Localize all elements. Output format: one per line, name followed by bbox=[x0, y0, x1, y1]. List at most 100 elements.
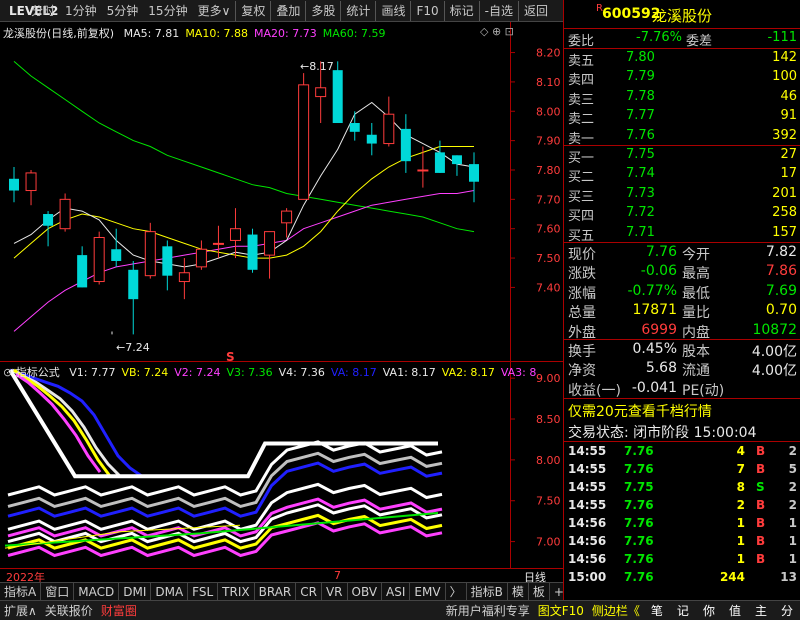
tab-item[interactable]: CR bbox=[296, 582, 322, 601]
candle-body bbox=[77, 255, 88, 288]
main-icon[interactable]: 主 bbox=[748, 602, 774, 619]
candle-body bbox=[111, 249, 122, 261]
toolbar-item[interactable]: 画线 bbox=[375, 0, 410, 21]
you-icon[interactable]: 你 bbox=[696, 602, 722, 619]
toolbar-item[interactable]: 分时 bbox=[26, 1, 60, 21]
sell-row: 卖一 7.76 392 bbox=[568, 127, 797, 147]
candle-body bbox=[144, 231, 156, 277]
stock-header: R 600592 龙溪股份 bbox=[564, 3, 800, 25]
stat2-row: 换手 0.45% 股本 4.00亿 bbox=[568, 341, 797, 360]
tab-item[interactable]: 指标A bbox=[0, 582, 42, 601]
candle-body bbox=[43, 214, 54, 226]
buy-row: 买三 7.73 201 bbox=[568, 185, 797, 205]
indicator-legend-item: VB: 7.24 bbox=[121, 366, 169, 379]
tab-item[interactable]: 指标B bbox=[467, 582, 508, 601]
tab-item[interactable]: TRIX bbox=[218, 582, 255, 601]
tab-item[interactable]: VR bbox=[322, 582, 348, 601]
kline-chart[interactable]: 8.20 8.10 8.00 7.90 7.80 7.70 7.60 7.50 7.40 ←8.1… bbox=[0, 22, 563, 364]
indicator-y-tick: 7.50 bbox=[536, 495, 561, 508]
buy-row: 买五 7.71 157 bbox=[568, 224, 797, 244]
y-tick-label: 7.40 bbox=[536, 281, 561, 294]
toolbar-item[interactable]: 叠加 bbox=[270, 0, 305, 21]
tab-item[interactable]: FSL bbox=[188, 582, 219, 601]
candle-body bbox=[25, 172, 37, 192]
stat-row: 总量 17871 量比 0.70 bbox=[568, 302, 797, 322]
buy-row: 买二 7.74 17 bbox=[568, 166, 797, 186]
toolbar-item[interactable]: 返回 bbox=[517, 0, 553, 21]
indicator-legend-item: VA2: 8.17 bbox=[441, 366, 495, 379]
toolbar-item[interactable]: 1分钟 bbox=[60, 1, 102, 21]
promo-text[interactable]: 仅需20元查看千档行情 bbox=[568, 401, 712, 421]
high-label: ←8.17 bbox=[300, 60, 334, 73]
related-quote-button[interactable]: 关联报价 bbox=[41, 602, 97, 619]
record-icon[interactable]: 记 bbox=[670, 602, 696, 619]
toolbar-item[interactable]: 15分钟 bbox=[143, 1, 192, 21]
tab-item[interactable]: 板 bbox=[529, 582, 550, 601]
top-toolbar: LEVEL2 分时 1分钟 5分钟 15分钟 更多∨ 复权 叠加 多股 统计 画… bbox=[0, 0, 563, 22]
chart-window-icons[interactable]: ◇ ⊕ ⊡ bbox=[480, 25, 514, 38]
candle-body bbox=[383, 113, 395, 145]
indicator-svg: 9.00 8.50 8.00 7.50 7.00 bbox=[4, 362, 561, 568]
candle-body bbox=[434, 152, 445, 173]
tab-item[interactable]: OBV bbox=[348, 582, 383, 601]
tab-item[interactable]: DMA bbox=[151, 582, 189, 601]
toolbar-item[interactable]: -自选 bbox=[478, 0, 518, 21]
candle-body bbox=[162, 246, 173, 276]
indicator-fan-line bbox=[13, 368, 112, 478]
toolbar-item[interactable]: 更多∨ bbox=[193, 1, 236, 21]
candle-body bbox=[264, 231, 276, 256]
wealth-circle-button[interactable]: 财富圈 bbox=[97, 602, 141, 619]
tab-item[interactable]: MACD bbox=[74, 582, 120, 601]
candle-body bbox=[298, 84, 310, 200]
indicator-legend-item: V3: 7.36 bbox=[226, 366, 273, 379]
candle-body bbox=[178, 272, 190, 283]
candle-body bbox=[128, 269, 139, 300]
tick-row: 14:56 7.76 1 B 1 bbox=[568, 516, 797, 530]
expand-button[interactable]: 扩展∧ bbox=[0, 602, 41, 619]
buy-row: 买一 7.75 27 bbox=[568, 147, 797, 166]
buy-row: 买四 7.72 258 bbox=[568, 205, 797, 225]
toolbar-item[interactable]: 复权 bbox=[235, 0, 270, 21]
toolbar-item[interactable]: 统计 bbox=[340, 0, 375, 21]
tab-item[interactable]: DMI bbox=[119, 582, 152, 601]
toolbar-item[interactable]: 5分钟 bbox=[102, 1, 144, 21]
webi-value: -7.76% bbox=[636, 30, 682, 45]
indicator-title[interactable]: 指标公式 bbox=[16, 366, 60, 379]
toolbar-item[interactable]: F10 bbox=[410, 0, 443, 21]
weicha-value: -111 bbox=[767, 30, 797, 45]
y-tick-label: 7.90 bbox=[536, 135, 561, 148]
f10-button[interactable]: 图文F10 bbox=[534, 602, 588, 619]
split-icon[interactable]: 分 bbox=[774, 602, 800, 619]
indicator-menu-icon[interactable]: ⊙ bbox=[3, 366, 16, 379]
toolbar-item[interactable]: 多股 bbox=[305, 0, 340, 21]
promo-row[interactable]: 仅需20元查看千档行情 bbox=[564, 400, 800, 421]
sell-row: 卖四 7.79 100 bbox=[568, 69, 797, 89]
indicator-fan-line bbox=[15, 372, 102, 473]
sidebar-toggle[interactable]: 侧边栏《 bbox=[588, 602, 644, 619]
y-tick-label: 7.70 bbox=[536, 193, 561, 206]
tab-item[interactable]: 模 bbox=[508, 582, 529, 601]
candle-body bbox=[281, 210, 293, 224]
tab-item[interactable]: 窗口 bbox=[41, 582, 75, 601]
indicator-chart[interactable]: 9.00 8.50 8.00 7.50 7.00 ⊙ 指标公式 V1: 7.77 VB: … bbox=[0, 362, 563, 568]
time-axis: 2022年 7 日线 bbox=[0, 568, 563, 584]
toolbar-item[interactable]: 标记 bbox=[443, 0, 479, 21]
tab-item[interactable]: ASI bbox=[382, 582, 411, 601]
tick-row: 15:00 7.76 244 13 bbox=[568, 570, 797, 584]
tab-item[interactable]: BRAR bbox=[255, 582, 297, 601]
ma-legend: MA5: 7.81 MA10: 7.88 MA20: 7.73 MA60: 7.59 bbox=[118, 27, 386, 40]
ma-legend-item: MA60: 7.59 bbox=[322, 27, 386, 40]
tick-row: 14:55 7.76 2 B 2 bbox=[568, 498, 797, 512]
value-icon[interactable]: 值 bbox=[722, 602, 748, 619]
status-bar: 扩展∧ 关联报价 财富圈 新用户福利专享 图文F10 侧边栏《 笔 记 你 值 … bbox=[0, 600, 800, 620]
note-icon[interactable]: 笔 bbox=[644, 602, 670, 619]
tab-item[interactable]: EMV bbox=[410, 582, 446, 601]
trade-status-row: 交易状态: 闭市阶段 15:00:04 bbox=[564, 421, 800, 441]
candle-body bbox=[195, 248, 207, 268]
tab-scroll-right[interactable]: 〉 bbox=[446, 582, 467, 601]
quote-panel: R 600592 龙溪股份 委比 -7.76% 委差 -111 卖五 7.80 … bbox=[563, 0, 800, 600]
indicator-y-tick: 7.00 bbox=[536, 536, 561, 549]
new-user-promo[interactable]: 新用户福利专享 bbox=[442, 602, 534, 619]
indicator-legend: V1: 7.77 VB: 7.24 V2: 7.24 V3: 7.36 V4: 7.36… bbox=[63, 366, 536, 379]
kline-title-line: 龙溪股份(日线,前复权) MA5: 7.81 MA10: 7.88 MA20: 7.… bbox=[3, 25, 385, 41]
